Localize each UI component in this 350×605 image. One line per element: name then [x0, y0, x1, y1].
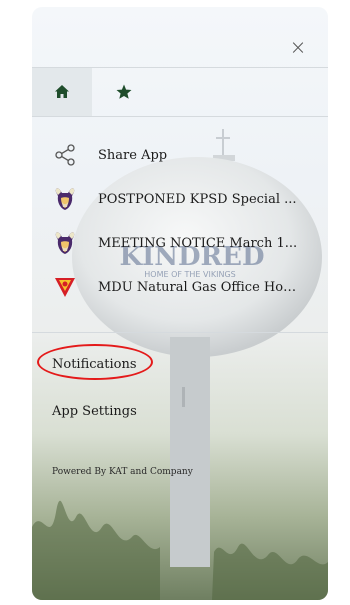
news-item-label: MDU Natural Gas Office Hou...	[98, 279, 303, 295]
close-button[interactable]: ×	[288, 37, 308, 57]
tab-favorites[interactable]	[94, 68, 154, 116]
share-app-item[interactable]: Share App	[50, 133, 316, 177]
news-item-meeting[interactable]: MEETING NOTICE March 1...	[50, 221, 316, 265]
powered-by-text: Powered By KAT and Company	[52, 467, 193, 477]
mdu-logo-icon	[50, 272, 80, 302]
notifications-link[interactable]: Notifications	[52, 357, 137, 372]
tab-home[interactable]	[32, 68, 92, 116]
share-icon	[50, 140, 80, 170]
news-item-label: POSTPONED KPSD Special ...	[98, 191, 297, 207]
viking-logo-icon	[50, 184, 80, 214]
share-app-label: Share App	[98, 147, 168, 163]
menu-list: Share App POSTPONED KPSD Special ... MEE…	[50, 133, 316, 309]
news-item-label: MEETING NOTICE March 1...	[98, 235, 298, 251]
news-item-mdu[interactable]: MDU Natural Gas Office Hou...	[50, 265, 316, 309]
app-settings-link[interactable]: App Settings	[52, 404, 137, 419]
side-menu-panel: KINDRED HOME OF THE VIKINGS × Share App …	[32, 7, 328, 600]
viking-logo-icon	[50, 228, 80, 258]
star-icon	[116, 84, 132, 99]
news-item-postponed[interactable]: POSTPONED KPSD Special ...	[50, 177, 316, 221]
menu-divider	[32, 332, 328, 333]
home-icon	[55, 85, 69, 98]
tab-bar	[32, 67, 328, 117]
